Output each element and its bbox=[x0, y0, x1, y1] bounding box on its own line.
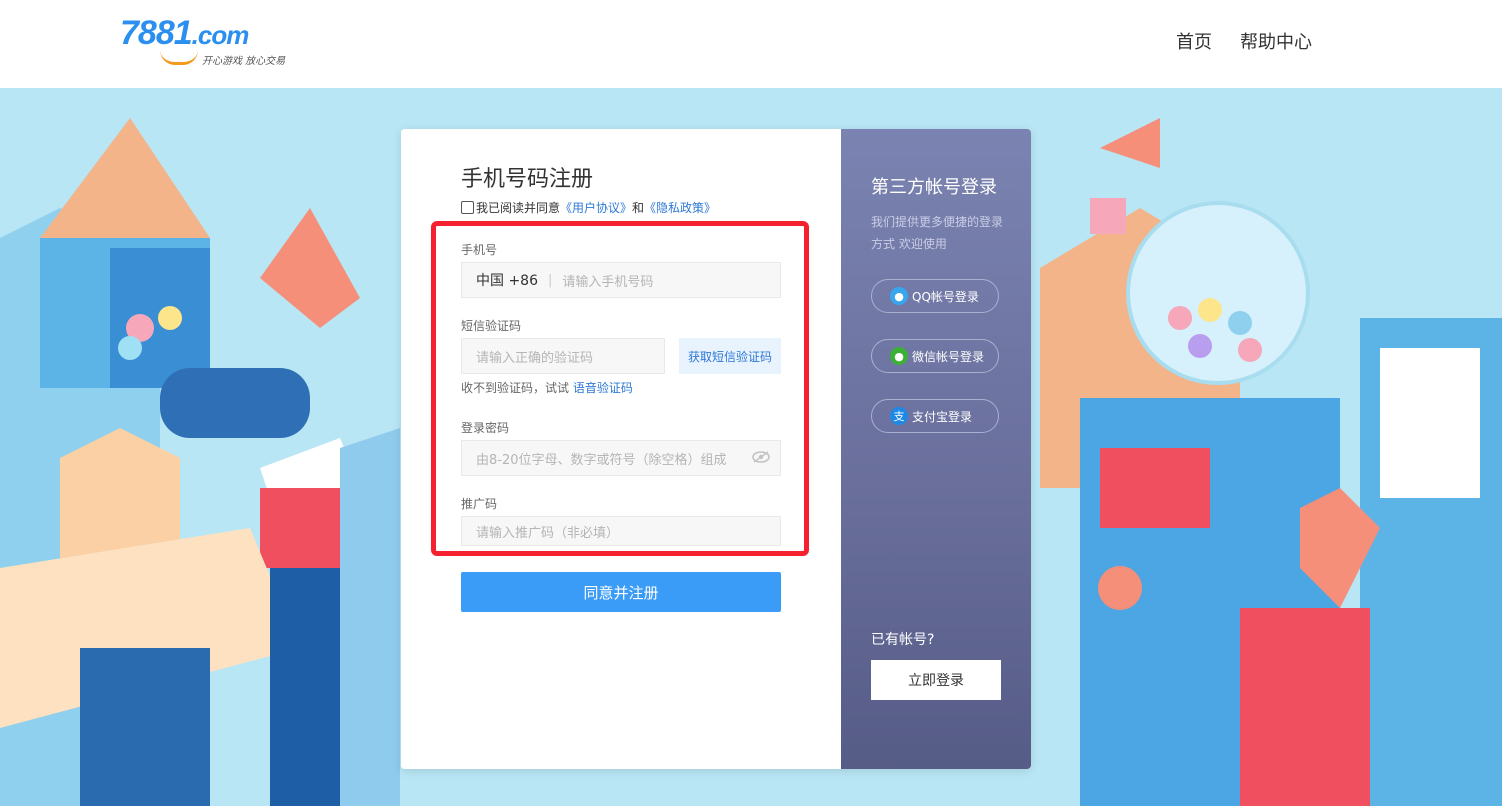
alipay-login-button[interactable]: 支 支付宝登录 bbox=[871, 399, 999, 433]
promo-code-input[interactable]: 请输入推广码（非必填） bbox=[461, 516, 781, 546]
promo-code-label: 推广码 bbox=[461, 497, 498, 511]
sms-code-label: 短信验证码 bbox=[461, 319, 522, 333]
sms-code-input[interactable]: 请输入正确的验证码 bbox=[461, 338, 665, 374]
logo-text: 7881.com bbox=[120, 14, 250, 52]
qq-login-label: QQ帐号登录 bbox=[912, 289, 979, 304]
password-input[interactable]: 由8-20位字母、数字或符号（除空格）组成 bbox=[476, 449, 727, 468]
user-agreement-link[interactable]: 《用户协议》 bbox=[560, 199, 632, 216]
agree-and-register-button[interactable]: 同意并注册 bbox=[461, 572, 781, 612]
logo-suffix: .com bbox=[191, 20, 250, 50]
wechat-login-button[interactable]: ● 微信帐号登录 bbox=[871, 339, 999, 373]
password-label: 登录密码 bbox=[461, 421, 510, 435]
logo[interactable]: 7881.com 开心游戏 放心交易 bbox=[120, 14, 295, 70]
voice-code-link[interactable]: 语音验证码 bbox=[573, 381, 633, 395]
have-account-text: 已有帐号? bbox=[871, 632, 935, 648]
third-party-title: 第三方帐号登录 bbox=[871, 177, 997, 198]
wechat-login-label: 微信帐号登录 bbox=[912, 349, 985, 364]
privacy-policy-link[interactable]: 《隐私政策》 bbox=[644, 199, 716, 216]
wechat-icon: ● bbox=[890, 347, 908, 365]
page-title: 手机号码注册 bbox=[461, 167, 594, 192]
qq-login-button[interactable]: ● QQ帐号登录 bbox=[871, 279, 999, 313]
agreement-prefix: 我已阅读并同意 bbox=[476, 201, 561, 215]
agreement-checkbox[interactable] bbox=[461, 201, 474, 214]
logo-smile bbox=[160, 50, 198, 65]
login-now-button[interactable]: 立即登录 bbox=[871, 660, 1001, 700]
divider: | bbox=[548, 272, 553, 288]
alipay-icon: 支 bbox=[890, 407, 908, 425]
nav-home[interactable]: 首页 bbox=[1176, 28, 1212, 54]
agreement-and: 和 bbox=[632, 201, 645, 215]
register-panel: 手机号码注册 我已阅读并同意 《用户协议》 和 《隐私政策》 手机号 中国 +8… bbox=[401, 129, 841, 769]
top-bar: 7881.com 开心游戏 放心交易 首页 帮助中心 bbox=[0, 0, 1502, 88]
eye-icon[interactable] bbox=[752, 451, 770, 463]
sms-hint: 收不到验证码，试试 语音验证码 bbox=[461, 379, 633, 396]
agreement-row: 我已阅读并同意 《用户协议》 和 《隐私政策》 bbox=[461, 199, 716, 216]
alipay-login-label: 支付宝登录 bbox=[912, 409, 973, 424]
country-code-select[interactable]: 中国 +86 bbox=[476, 270, 538, 290]
get-sms-code-button[interactable]: 获取短信验证码 bbox=[679, 338, 781, 374]
third-party-desc: 我们提供更多便捷的登录方式 欢迎使用 bbox=[871, 215, 1004, 251]
phone-field[interactable]: 中国 +86 | 请输入手机号码 bbox=[461, 262, 781, 298]
top-nav: 首页 帮助中心 bbox=[1176, 28, 1312, 54]
password-field[interactable]: 由8-20位字母、数字或符号（除空格）组成 bbox=[461, 440, 781, 476]
nav-help-center[interactable]: 帮助中心 bbox=[1240, 28, 1312, 54]
register-card: 手机号码注册 我已阅读并同意 《用户协议》 和 《隐私政策》 手机号 中国 +8… bbox=[401, 129, 1031, 769]
hint-text: 收不到验证码，试试 bbox=[461, 381, 570, 395]
phone-input[interactable]: 请输入手机号码 bbox=[562, 271, 653, 290]
third-party-panel: 第三方帐号登录 我们提供更多便捷的登录方式 欢迎使用 ● QQ帐号登录 ● 微信… bbox=[841, 129, 1031, 769]
phone-label: 手机号 bbox=[461, 243, 498, 257]
qq-icon: ● bbox=[890, 287, 908, 305]
logo-slogan: 开心游戏 放心交易 bbox=[202, 56, 286, 67]
